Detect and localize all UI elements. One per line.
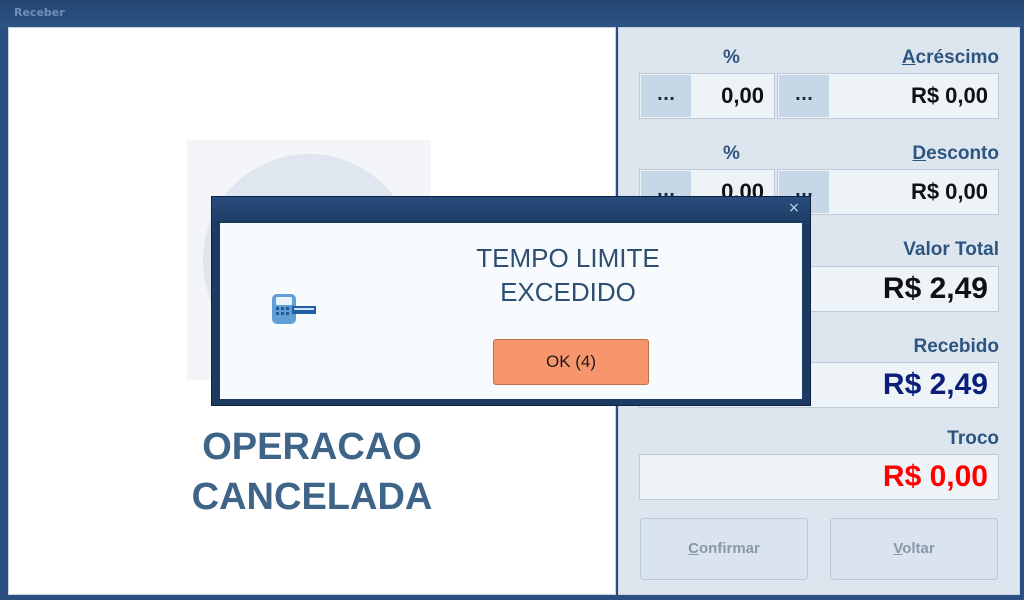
confirmar-button[interactable]: Confirmar bbox=[640, 518, 808, 580]
close-icon[interactable]: × bbox=[786, 200, 802, 216]
desconto-label: Desconto bbox=[912, 143, 999, 164]
troco-label: Troco bbox=[947, 428, 999, 449]
status-line-2: CANCELADA bbox=[191, 476, 433, 518]
operation-status-message: OPERACAO CANCELADA bbox=[159, 422, 465, 522]
recebido-label: Recebido bbox=[913, 336, 999, 357]
receber-window: Receber OPERACAO CANCELADA % Acréscimo .… bbox=[0, 0, 1024, 600]
acrescimo-label: Acréscimo bbox=[901, 47, 999, 68]
acrescimo-percent-dots-button[interactable]: ... bbox=[641, 75, 691, 117]
troco-field: R$ 0,00 bbox=[639, 454, 999, 500]
troco-value: R$ 0,00 bbox=[882, 460, 988, 493]
timeout-dialog: × TEMPO LIMITE EXCEDIDO OK (4) bbox=[211, 196, 811, 406]
acrescimo-percent-value: 0,00 bbox=[721, 83, 764, 108]
dialog-message-line-2: EXCEDIDO bbox=[500, 277, 636, 307]
acrescimo-value: R$ 0,00 bbox=[910, 83, 988, 108]
dialog-title-bar: × bbox=[212, 197, 810, 221]
acrescimo-value-field[interactable]: ... R$ 0,00 bbox=[777, 73, 999, 119]
card-terminal-icon bbox=[272, 294, 316, 324]
desconto-value: R$ 0,00 bbox=[910, 179, 988, 204]
acrescimo-percent-label: % bbox=[723, 47, 740, 68]
window-title: Receber bbox=[0, 0, 1024, 26]
status-line-1: OPERACAO bbox=[202, 426, 422, 468]
voltar-button[interactable]: Voltar bbox=[830, 518, 998, 580]
valor-total-label: Valor Total bbox=[903, 239, 999, 260]
valor-total-value: R$ 2,49 bbox=[882, 272, 988, 305]
desconto-percent-label: % bbox=[723, 143, 740, 164]
ok-button[interactable]: OK (4) bbox=[493, 339, 649, 385]
acrescimo-value-dots-button[interactable]: ... bbox=[779, 75, 829, 117]
dialog-message: TEMPO LIMITE EXCEDIDO bbox=[340, 241, 796, 309]
recebido-value: R$ 2,49 bbox=[882, 368, 988, 401]
dialog-message-line-1: TEMPO LIMITE bbox=[476, 243, 660, 273]
acrescimo-percent-field[interactable]: ... 0,00 bbox=[639, 73, 775, 119]
dialog-body: TEMPO LIMITE EXCEDIDO OK (4) bbox=[220, 223, 802, 399]
